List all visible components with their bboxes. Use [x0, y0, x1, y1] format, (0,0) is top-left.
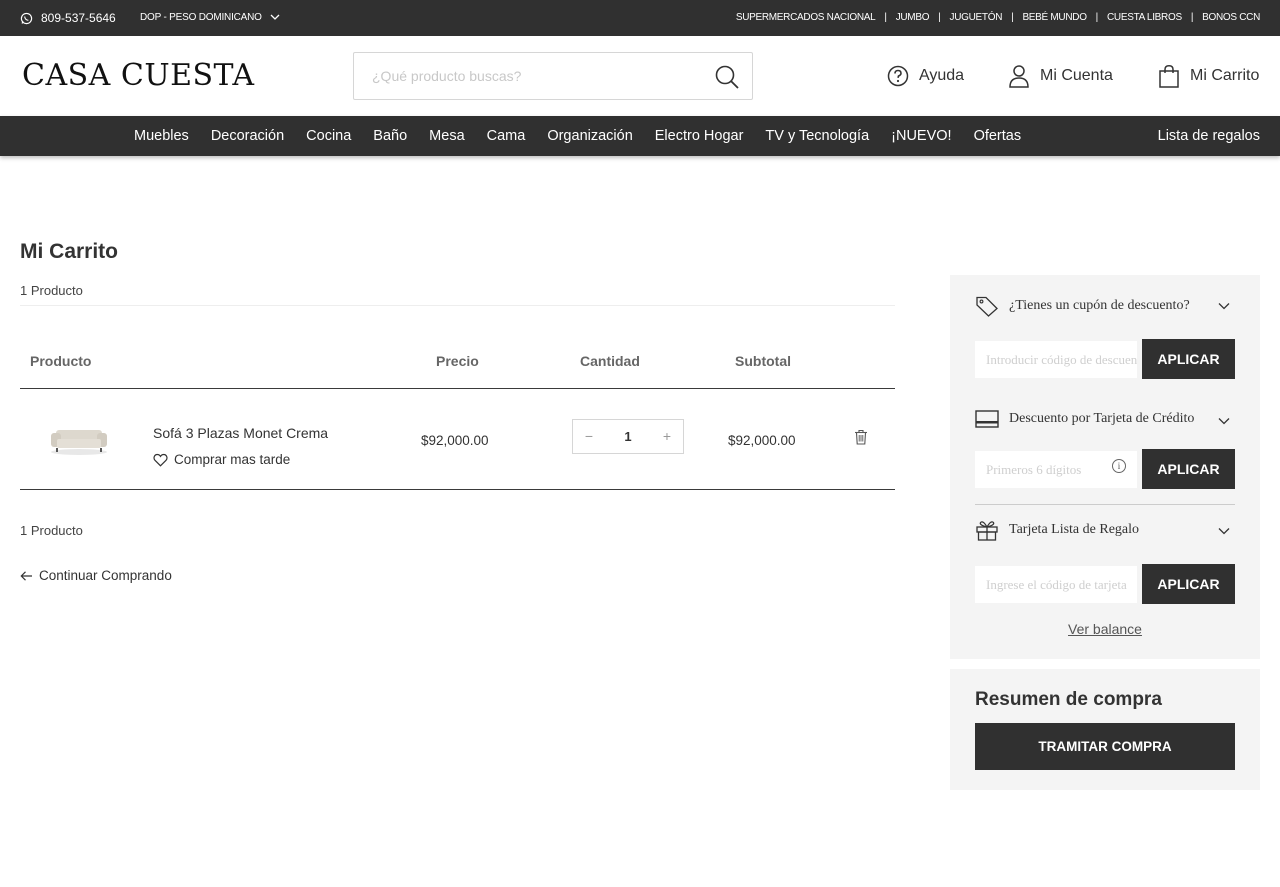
nav-item-mesa[interactable]: Mesa — [429, 128, 464, 144]
help-link[interactable]: Ayuda — [887, 64, 964, 88]
nav-items: Muebles Decoración Cocina Baño Mesa Cama… — [134, 128, 1043, 144]
nav-item-decoracion[interactable]: Decoración — [211, 128, 284, 144]
gift-card-code-input[interactable] — [975, 566, 1137, 603]
account-label: Mi Cuenta — [1040, 67, 1113, 84]
chevron-down-icon[interactable] — [1218, 417, 1230, 425]
divider — [20, 489, 895, 490]
order-summary: Resumen de compra TRAMITAR COMPRA — [950, 669, 1260, 790]
nav-item-electro-hogar[interactable]: Electro Hogar — [655, 128, 744, 144]
separator: | — [1011, 12, 1014, 23]
coupon-code-input[interactable] — [975, 341, 1137, 378]
arrow-left-icon — [20, 570, 32, 581]
coupon-title: ¿Tienes un cupón de descuento? — [1009, 298, 1190, 313]
heart-icon — [153, 453, 168, 467]
tag-icon — [976, 296, 998, 317]
checkout-button[interactable]: TRAMITAR COMPRA — [975, 723, 1235, 770]
gift-card-toggle[interactable]: Tarjeta Lista de Regalo — [975, 519, 1139, 541]
main-nav: Muebles Decoración Cocina Baño Mesa Cama… — [0, 116, 1280, 156]
column-header-subtotal: Subtotal — [735, 353, 791, 369]
coupon-toggle[interactable]: ¿Tienes un cupón de descuento? — [975, 295, 1190, 317]
apply-coupon-button[interactable]: APLICAR — [1142, 339, 1235, 379]
discounts-panel: ¿Tienes un cupón de descuento? APLICAR D… — [950, 275, 1260, 659]
partner-link-jumbo[interactable]: JUMBO — [896, 12, 930, 23]
view-balance-link[interactable]: Ver balance — [950, 621, 1260, 637]
nav-item-organizacion[interactable]: Organización — [547, 128, 632, 144]
chevron-down-icon — [270, 14, 280, 20]
credit-card-discount-title: Descuento por Tarjeta de Crédito — [1009, 411, 1195, 426]
logo[interactable]: CASA CUESTA — [22, 58, 255, 93]
separator: | — [884, 12, 887, 23]
phone-number: 809-537-5646 — [41, 11, 116, 25]
apply-gift-card-button[interactable]: APLICAR — [1142, 564, 1235, 604]
credit-card-icon — [975, 410, 999, 428]
save-for-later-label: Comprar mas tarde — [174, 452, 291, 467]
product-count-bottom: 1 Producto — [20, 523, 83, 538]
quantity-value[interactable]: 1 — [609, 429, 647, 444]
cart-link[interactable]: Mi Carrito — [1158, 64, 1259, 88]
continue-shopping-label: Continuar Comprando — [39, 568, 172, 583]
search-icon[interactable] — [714, 64, 740, 90]
partner-links: SUPERMERCADOS NACIONAL | JUMBO | JUGUETÓ… — [736, 12, 1260, 23]
nav-item-bano[interactable]: Baño — [373, 128, 407, 144]
header: CASA CUESTA Ayuda Mi Cuenta Mi Carrito — [0, 36, 1280, 116]
top-bar: 809-537-5646 DOP - PESO DOMINICANO SUPER… — [0, 0, 1280, 36]
save-for-later-button[interactable]: Comprar mas tarde — [153, 452, 290, 467]
nav-item-cama[interactable]: Cama — [487, 128, 526, 144]
divider — [975, 504, 1235, 505]
column-header-product: Producto — [30, 353, 92, 369]
page-title: Mi Carrito — [20, 240, 119, 263]
separator: | — [938, 12, 941, 23]
partner-link-bebe-mundo[interactable]: BEBÉ MUNDO — [1022, 12, 1087, 23]
cart-label: Mi Carrito — [1190, 67, 1260, 84]
product-count: 1 Producto — [20, 283, 83, 298]
account-link[interactable]: Mi Cuenta — [1008, 64, 1113, 88]
shopping-bag-icon — [1159, 65, 1179, 88]
product-name[interactable]: Sofá 3 Plazas Monet Crema — [153, 425, 328, 441]
help-icon — [887, 65, 909, 87]
separator: | — [1095, 12, 1099, 23]
credit-card-discount-toggle[interactable]: Descuento por Tarjeta de Crédito — [975, 408, 1194, 430]
quantity-stepper: − 1 + — [572, 419, 684, 454]
column-header-price: Precio — [436, 353, 479, 369]
partner-link-nacional[interactable]: SUPERMERCADOS NACIONAL — [736, 12, 876, 23]
currency-label: DOP - PESO DOMINICANO — [140, 12, 262, 23]
product-image[interactable] — [48, 418, 110, 458]
quantity-increase-button[interactable]: + — [657, 428, 677, 444]
chevron-down-icon[interactable] — [1218, 527, 1230, 535]
chevron-down-icon[interactable] — [1218, 302, 1230, 310]
nav-item-cocina[interactable]: Cocina — [306, 128, 351, 144]
nav-item-tv-tecnologia[interactable]: TV y Tecnología — [765, 128, 869, 144]
whatsapp-icon — [20, 12, 33, 24]
trash-icon[interactable] — [854, 429, 868, 445]
info-icon[interactable]: i — [1112, 459, 1126, 473]
continue-shopping-link[interactable]: Continuar Comprando — [20, 568, 172, 583]
item-price: $92,000.00 — [421, 433, 489, 448]
partner-link-jugueton[interactable]: JUGUETÓN — [950, 12, 1003, 23]
nav-item-nuevo[interactable]: ¡NUEVO! — [891, 128, 951, 144]
divider — [20, 388, 895, 389]
nav-item-ofertas[interactable]: Ofertas — [974, 128, 1022, 144]
separator: | — [1190, 12, 1194, 23]
gift-icon — [976, 521, 998, 541]
column-header-quantity: Cantidad — [580, 353, 640, 369]
phone-contact[interactable]: 809-537-5646 — [20, 11, 116, 25]
apply-card-discount-button[interactable]: APLICAR — [1142, 449, 1235, 489]
currency-selector[interactable]: DOP - PESO DOMINICANO — [140, 12, 280, 23]
item-subtotal: $92,000.00 — [728, 433, 796, 448]
help-label: Ayuda — [919, 67, 965, 84]
search-box — [353, 52, 753, 100]
divider — [20, 305, 895, 306]
gift-list-link[interactable]: Lista de regalos — [1158, 128, 1260, 144]
partner-link-cuesta-libros[interactable]: CUESTA LIBROS — [1107, 12, 1182, 23]
summary-title: Resumen de compra — [975, 689, 1162, 710]
quantity-decrease-button[interactable]: − — [579, 428, 599, 444]
user-icon — [1009, 65, 1029, 88]
partner-link-bonos-ccn[interactable]: BONOS CCN — [1202, 12, 1260, 23]
gift-card-title: Tarjeta Lista de Regalo — [1009, 522, 1140, 537]
nav-item-muebles[interactable]: Muebles — [134, 128, 189, 144]
search-input[interactable] — [354, 53, 694, 99]
